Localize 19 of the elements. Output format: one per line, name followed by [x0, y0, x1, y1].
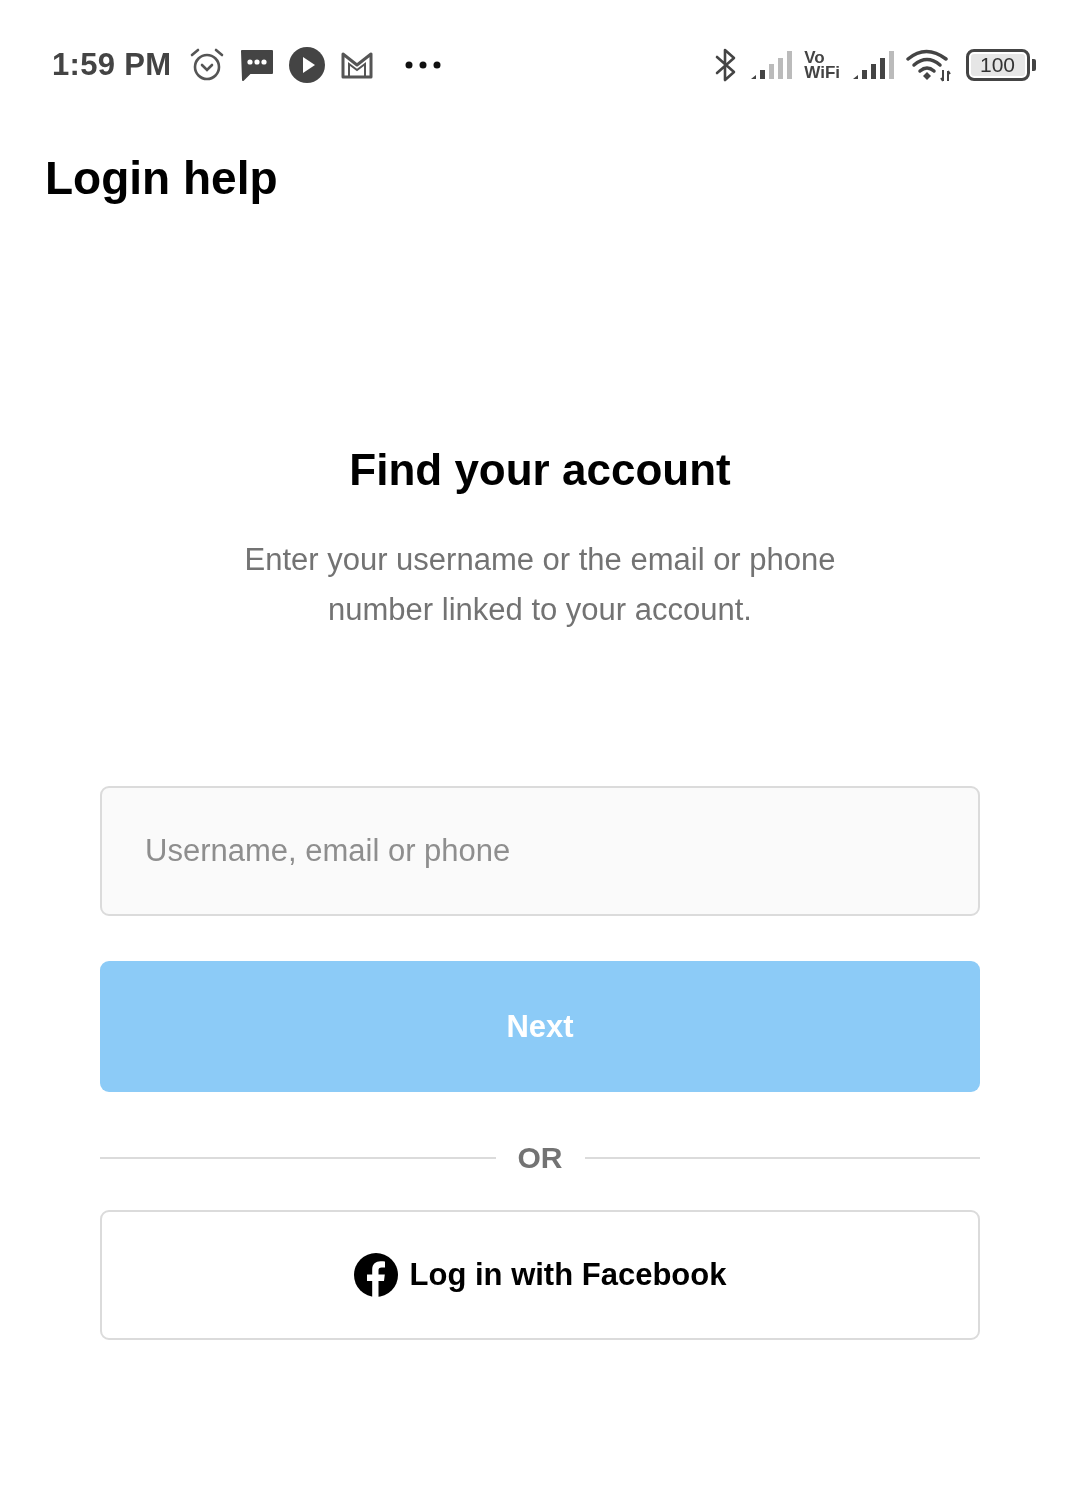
wifi-icon	[906, 48, 952, 82]
network-type-label: Vo	[804, 50, 825, 65]
signal-icon	[852, 50, 894, 80]
divider-label: OR	[517, 1141, 563, 1175]
message-icon	[240, 47, 275, 83]
page-title: Login help	[45, 151, 278, 206]
section-heading: Find your account	[349, 444, 731, 496]
facebook-logo-icon	[353, 1253, 398, 1297]
more-icon	[405, 61, 442, 69]
facebook-login-button[interactable]: Log in with Facebook	[100, 1210, 980, 1340]
username-input-field[interactable]: Username, email or phone	[100, 786, 980, 916]
alarm-clock-icon	[189, 47, 226, 83]
signal-icon	[750, 50, 793, 80]
mail-icon	[340, 51, 375, 79]
status-time: 1:59 PM	[52, 47, 172, 83]
network-type-label: WiFi	[804, 65, 840, 80]
instructions-text: Enter your username or the email or phone number linked to your account.	[243, 541, 837, 629]
battery-indicator: 100	[966, 49, 1036, 81]
play-icon	[289, 47, 326, 83]
